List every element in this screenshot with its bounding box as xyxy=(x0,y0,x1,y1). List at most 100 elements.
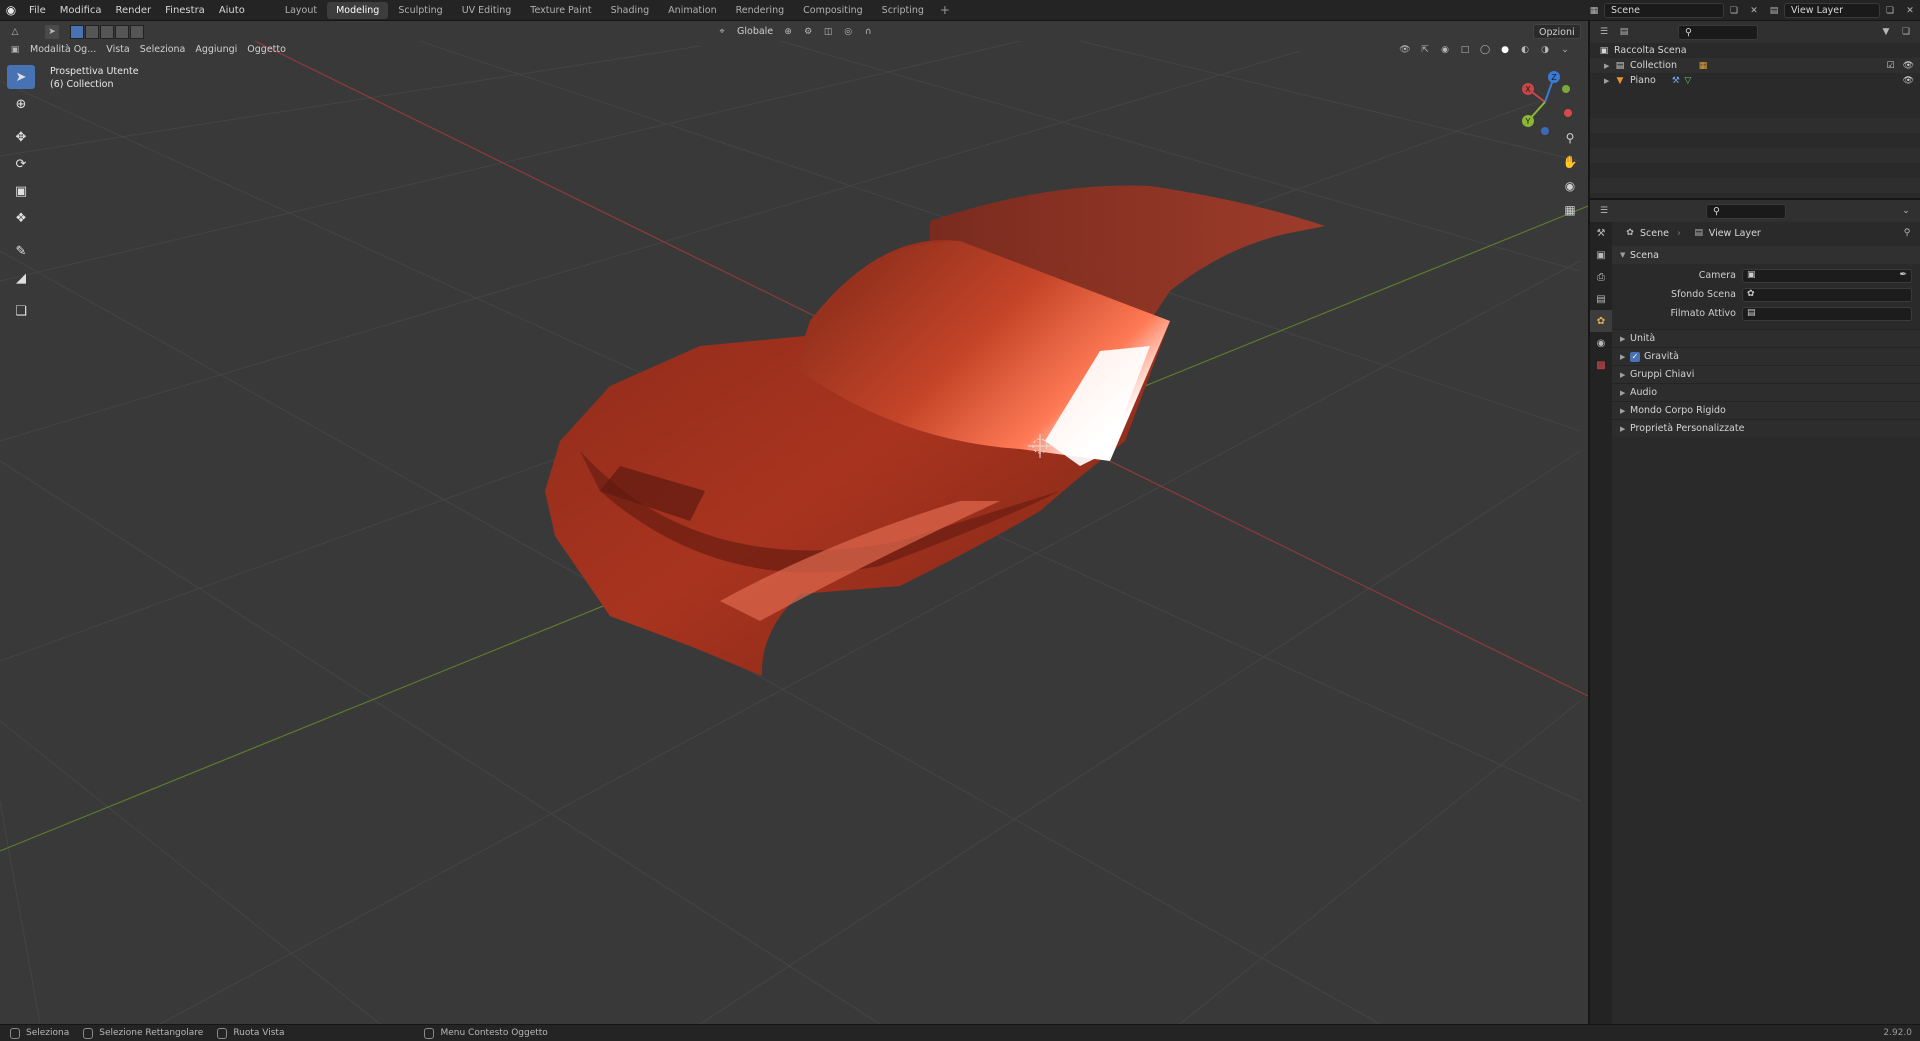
display-mode-icon[interactable]: ▤ xyxy=(1617,25,1631,39)
menu-select[interactable]: Seleziona xyxy=(135,42,191,57)
outliner-root-row[interactable]: ▣ Raccolta Scena xyxy=(1590,43,1920,58)
gizmo-toggle-icon[interactable]: ⇱ xyxy=(1418,43,1432,57)
delete-view-layer-icon[interactable]: ✕ xyxy=(1903,4,1917,18)
world-tab-icon[interactable]: ◉ xyxy=(1590,332,1612,354)
new-collection-icon[interactable]: ❏ xyxy=(1899,25,1913,39)
options-dropdown[interactable]: Opzioni xyxy=(1533,24,1581,39)
tab-modeling[interactable]: Modeling xyxy=(327,1,389,19)
camera-view-icon[interactable]: ◉ xyxy=(1559,175,1581,197)
gravity-checkbox[interactable]: ✓ xyxy=(1630,351,1640,362)
scene-field[interactable]: Scene xyxy=(1604,3,1724,18)
cursor-tool-icon[interactable]: ⊕ xyxy=(7,92,35,116)
visibility-eye-icon[interactable]: 👁 xyxy=(1903,61,1914,71)
properties-search-input[interactable]: ⚲ xyxy=(1706,203,1786,219)
scale-tool-icon[interactable]: ▣ xyxy=(7,179,35,203)
outliner-search-input[interactable]: ⚲ xyxy=(1678,24,1758,40)
transform-tool-icon[interactable]: ❖ xyxy=(7,206,35,230)
rotate-tool-icon[interactable]: ⟳ xyxy=(7,152,35,176)
gizmo-neg-z-icon[interactable] xyxy=(1541,127,1549,135)
snap-icon[interactable]: ⚙ xyxy=(801,25,815,39)
visibility-eye-icon[interactable]: 👁 xyxy=(1903,76,1914,86)
rigid-body-world-panel-header[interactable]: ▶ Mondo Corpo Rigido xyxy=(1612,401,1920,419)
xray-toggle-icon[interactable]: □ xyxy=(1458,43,1472,57)
tab-texture-paint[interactable]: Texture Paint xyxy=(521,2,600,19)
units-panel-header[interactable]: ▶ Unità xyxy=(1612,329,1920,347)
tab-sculpting[interactable]: Sculpting xyxy=(389,2,451,19)
view-layer-icon[interactable]: ▤ xyxy=(1767,4,1781,18)
audio-panel-header[interactable]: ▶ Audio xyxy=(1612,383,1920,401)
transform-orientation-dropdown[interactable]: Globale xyxy=(732,24,778,39)
add-cube-tool-icon[interactable]: ❏ xyxy=(7,299,35,323)
proportional-edit-icon[interactable]: ◎ xyxy=(841,25,855,39)
outliner-item-collection[interactable]: ▶ ▤ Collection ▦ ☑ 👁 xyxy=(1590,58,1920,73)
render-tab-icon[interactable]: ▣ xyxy=(1590,244,1612,266)
editor-type-icon[interactable]: △ xyxy=(8,25,22,39)
tab-animation[interactable]: Animation xyxy=(659,2,725,19)
tool-tab-icon[interactable]: ⚒ xyxy=(1590,222,1612,244)
keying-sets-panel-header[interactable]: ▶ Gruppi Chiavi xyxy=(1612,365,1920,383)
blender-logo-icon[interactable]: ◉ xyxy=(0,0,22,21)
menu-file[interactable]: File xyxy=(22,0,53,21)
material-shading-icon[interactable]: ◐ xyxy=(1518,43,1532,57)
active-clip-field[interactable]: ▤ xyxy=(1742,306,1912,321)
gizmo-neg-x-icon[interactable] xyxy=(1564,109,1572,117)
select-intersect-icon[interactable] xyxy=(130,24,144,39)
outliner-editor-type-icon[interactable]: ☰ xyxy=(1597,25,1611,39)
menu-window[interactable]: Finestra xyxy=(158,0,212,21)
pan-hand-icon[interactable]: ✋ xyxy=(1559,151,1581,173)
menu-object[interactable]: Oggetto xyxy=(242,42,291,57)
texture-tab-icon[interactable]: ▩ xyxy=(1590,354,1612,376)
camera-field[interactable]: ▣ ✒ xyxy=(1742,268,1912,283)
menu-view[interactable]: Vista xyxy=(101,42,134,57)
snap-target-icon[interactable]: ◫ xyxy=(821,25,835,39)
select-subtract-icon[interactable] xyxy=(100,24,114,39)
delete-scene-icon[interactable]: ✕ xyxy=(1747,4,1761,18)
select-box-tool-icon[interactable]: ➤ xyxy=(7,65,35,89)
3d-viewport[interactable]: △ ➤ ⌖ Globale ⊕ ⚙ ◫ ◎ ∩ Opzioni ▣ Modali… xyxy=(0,21,1588,1024)
tab-layout[interactable]: Layout xyxy=(276,2,326,19)
menu-help[interactable]: Aiuto xyxy=(212,0,252,21)
menu-render[interactable]: Render xyxy=(109,0,159,21)
expand-arrow-icon[interactable]: ▶ xyxy=(1604,77,1614,85)
shading-options-icon[interactable]: ⌄ xyxy=(1558,43,1572,57)
custom-properties-panel-header[interactable]: ▶ Proprietà Personalizzate xyxy=(1612,419,1920,437)
interaction-mode-dropdown[interactable]: Modalità Og... xyxy=(25,42,101,57)
background-scene-field[interactable]: ✿ xyxy=(1742,287,1912,302)
tab-rendering[interactable]: Rendering xyxy=(727,2,794,19)
expand-arrow-icon[interactable]: ▶ xyxy=(1604,62,1614,70)
new-view-layer-icon[interactable]: ❏ xyxy=(1883,4,1897,18)
measure-tool-icon[interactable]: ◢ xyxy=(7,266,35,290)
solid-shading-icon[interactable]: ● xyxy=(1498,43,1512,57)
move-tool-icon[interactable]: ✥ xyxy=(7,125,35,149)
wireframe-shading-icon[interactable]: ◯ xyxy=(1478,43,1492,57)
car-body-mesh[interactable] xyxy=(545,185,1325,676)
view-layer-field[interactable]: View Layer xyxy=(1784,3,1880,18)
eyedropper-icon[interactable]: ✒ xyxy=(1899,270,1907,280)
select-invert-icon[interactable] xyxy=(115,24,129,39)
select-tool-icon[interactable]: ➤ xyxy=(45,24,59,39)
overlay-toggle-icon[interactable]: ◉ xyxy=(1438,43,1452,57)
annotate-tool-icon[interactable]: ✎ xyxy=(7,239,35,263)
output-tab-icon[interactable]: ⎙ xyxy=(1590,266,1612,288)
visibility-icon[interactable]: 👁 xyxy=(1398,43,1412,57)
scene-panel-header[interactable]: ▼ Scena xyxy=(1612,246,1920,264)
properties-editor-type-icon[interactable]: ☰ xyxy=(1597,204,1611,218)
rendered-shading-icon[interactable]: ◑ xyxy=(1538,43,1552,57)
select-new-icon[interactable] xyxy=(70,24,84,39)
zoom-icon[interactable]: ⚲ xyxy=(1559,127,1581,149)
menu-add[interactable]: Aggiungi xyxy=(190,42,242,57)
tab-shading[interactable]: Shading xyxy=(602,2,659,19)
scene-icon[interactable]: ▦ xyxy=(1587,4,1601,18)
tab-uv-editing[interactable]: UV Editing xyxy=(453,2,521,19)
view-layer-tab-icon[interactable]: ▤ xyxy=(1590,288,1612,310)
perspective-grid-icon[interactable]: ▦ xyxy=(1559,199,1581,221)
filter-icon[interactable]: ▼ xyxy=(1879,25,1893,39)
exclude-checkbox-icon[interactable]: ☑ xyxy=(1886,61,1894,71)
pin-icon[interactable]: ⚲ xyxy=(1900,226,1914,240)
tab-compositing[interactable]: Compositing xyxy=(794,2,872,19)
scene-tab-icon[interactable]: ✿ xyxy=(1590,310,1612,332)
pivot-point-icon[interactable]: ⊕ xyxy=(781,25,795,39)
gravity-panel-header[interactable]: ▶ ✓ Gravità xyxy=(1612,347,1920,365)
tab-scripting[interactable]: Scripting xyxy=(873,2,933,19)
properties-options-icon[interactable]: ⌄ xyxy=(1899,204,1913,218)
